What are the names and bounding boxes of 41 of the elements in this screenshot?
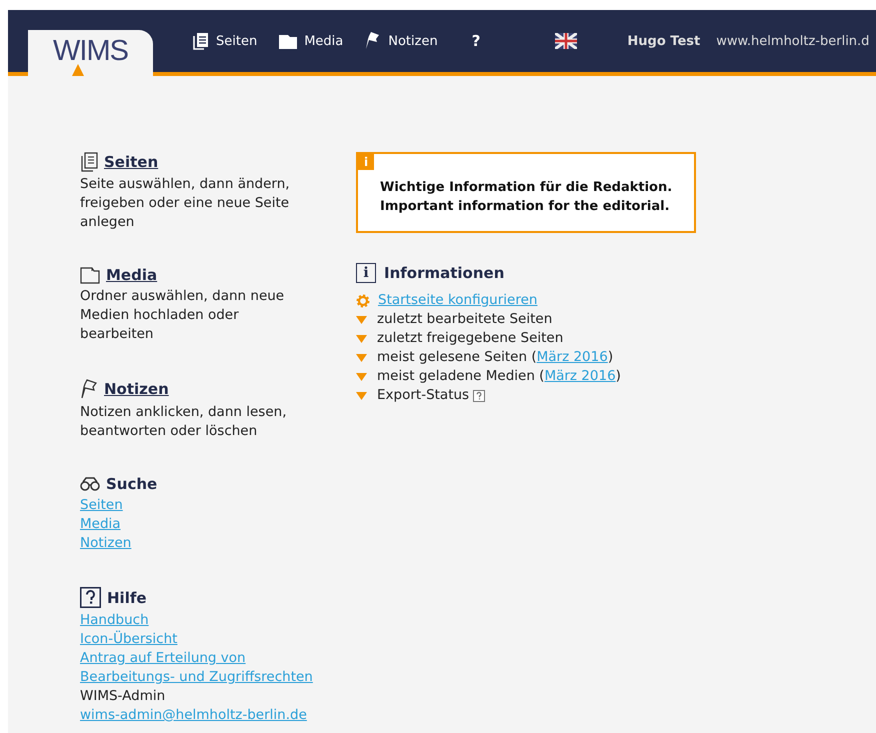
flag-icon[interactable] [555,33,578,49]
section-title: Hilfe [107,588,147,606]
section-link[interactable]: Media [106,266,158,284]
nav-link[interactable]: Media [279,34,344,48]
section-title: Informationen [384,264,504,282]
info-item: meist geladene Medien (März 2016) [377,367,621,386]
section-link[interactable]: Notizen [104,380,169,398]
logo-tab[interactable]: WIMS [28,30,153,76]
contact-label: WIMS-Admin [80,687,166,706]
triangle-down-icon [356,392,367,400]
triangle-down-icon [356,316,367,324]
user-name[interactable]: Hugo Test [627,34,700,48]
section-link[interactable]: Seiten [104,153,158,171]
triangle-down-icon [356,354,367,362]
section-description: Seite auswählen, dann ändern, freigeben oder eine neue Seite anlegen [80,175,291,232]
triangle-icon [72,64,84,76]
gear-icon [356,294,370,308]
section-title: Suche [106,475,158,493]
info-item: zuletzt bearbeitete Seiten [377,310,552,329]
site-name[interactable]: www.helmholtz-berlin.d [716,34,870,48]
info-item: meist gelesene Seiten (März 2016) [377,348,614,367]
nav-link[interactable]: ? [472,32,480,50]
section-description: Notizen anklicken, dann lesen, beantworten oder löschen [80,403,288,441]
pages-icon [193,32,209,50]
help-icon[interactable] [473,390,486,402]
binoculars-icon [80,477,100,491]
nav-link[interactable]: Notizen [365,31,438,51]
pages-icon [80,152,98,172]
folder-icon [279,34,298,48]
section-description: Ordner auswählen, dann neue Medien hochladen oder bearbeiten [80,287,286,344]
info-badge: i [356,263,376,283]
folder-icon [80,266,100,284]
info-item: zuletzt freigegebene Seiten [377,329,564,348]
info-badge: i [358,154,374,170]
triangle-down-icon [356,334,367,342]
info-item: Export-Status [377,386,470,405]
logo-text: WIMS [53,39,128,63]
notice-text: Wichtige Information für die Redaktion. Important information for the editorial. [380,179,674,216]
help-icon [80,587,101,608]
nav-link[interactable]: Seiten [193,32,258,50]
triangle-down-icon [356,372,367,380]
